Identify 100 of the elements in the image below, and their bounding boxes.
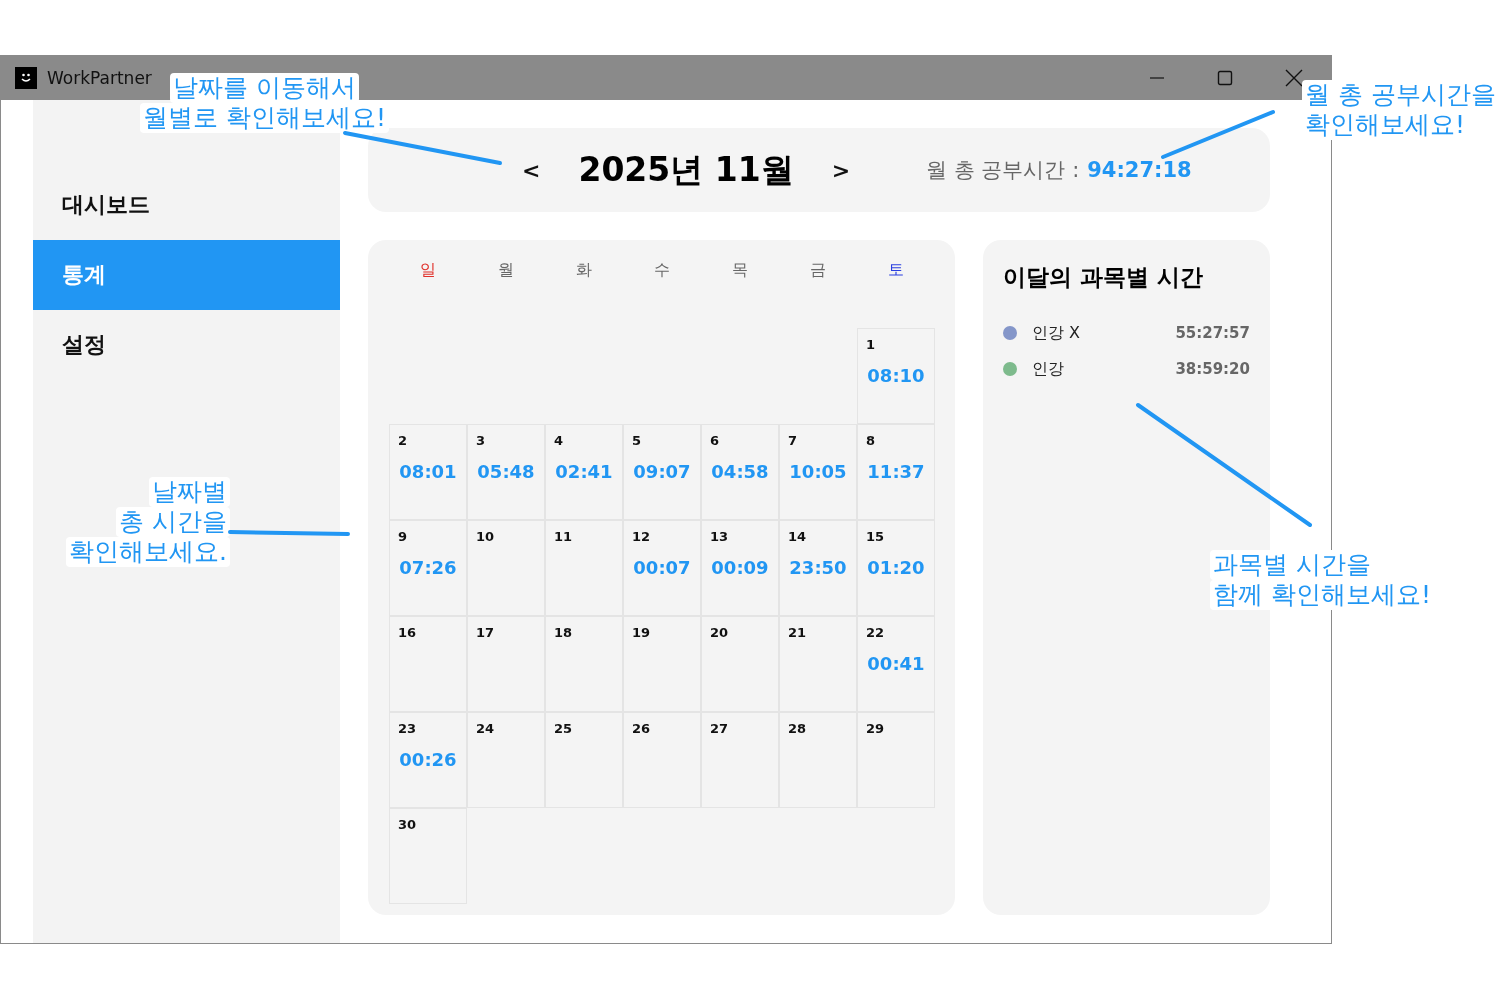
calendar-day-cell[interactable]: 7 10:05 (779, 424, 857, 520)
day-number: 12 (632, 529, 651, 544)
calendar-day-cell[interactable]: 17 (467, 616, 545, 712)
weekday-label: 일 (419, 260, 437, 281)
calendar-day-cell[interactable]: 26 (623, 712, 701, 808)
calendar-day-cell[interactable]: 25 (545, 712, 623, 808)
annotation-text: 확인해보세요. (66, 537, 230, 567)
calendar-day-cell[interactable]: 27 (701, 712, 779, 808)
day-number: 4 (554, 433, 564, 448)
day-number: 3 (476, 433, 486, 448)
calendar-day-cell[interactable]: 11 (545, 520, 623, 616)
day-number: 5 (632, 433, 642, 448)
calendar-day-cell[interactable]: 23 00:26 (389, 712, 467, 808)
day-number: 25 (554, 721, 573, 736)
calendar-day-cell[interactable]: 5 09:07 (623, 424, 701, 520)
day-number: 11 (554, 529, 573, 544)
day-study-time: 05:48 (476, 461, 536, 482)
day-study-time: 09:07 (632, 461, 692, 482)
calendar-day-cell[interactable]: 3 05:48 (467, 424, 545, 520)
day-number: 2 (398, 433, 408, 448)
day-study-time: 00:07 (632, 557, 692, 578)
calendar-day-cell[interactable]: 12 00:07 (623, 520, 701, 616)
day-study-time: 04:58 (710, 461, 770, 482)
close-icon[interactable] (1285, 68, 1303, 87)
monthly-total-label: 월 총 공부시간 : (926, 157, 1080, 184)
day-study-time: 08:01 (398, 461, 458, 482)
calendar-day-cell[interactable]: 8 11:37 (857, 424, 935, 520)
subject-name: 인강 X (1032, 322, 1081, 344)
sidebar-item[interactable]: 대시보드 (33, 170, 340, 240)
calendar-day-cell[interactable]: 14 23:50 (779, 520, 857, 616)
calendar-day-cell[interactable]: 9 07:26 (389, 520, 467, 616)
day-number: 8 (866, 433, 876, 448)
day-study-time: 07:26 (398, 557, 458, 578)
day-number: 29 (866, 721, 885, 736)
calendar-day-cell[interactable]: 29 (857, 712, 935, 808)
day-number: 22 (866, 625, 885, 640)
day-study-time: 10:05 (788, 461, 848, 482)
subject-time: 38:59:20 (1175, 360, 1250, 378)
calendar-day-cell[interactable]: 18 (545, 616, 623, 712)
day-number: 17 (476, 625, 495, 640)
calendar-day-cell[interactable]: 4 02:41 (545, 424, 623, 520)
day-number: 14 (788, 529, 807, 544)
calendar-day-cell[interactable]: 21 (779, 616, 857, 712)
weekday-label: 수 (653, 260, 671, 281)
calendar-day-cell[interactable]: 20 (701, 616, 779, 712)
day-number: 30 (398, 817, 417, 832)
subject-name: 인강 (1032, 358, 1064, 380)
day-number: 16 (398, 625, 417, 640)
calendar-day-cell[interactable]: 10 (467, 520, 545, 616)
annotation-text: 날짜를 이동해서 (170, 73, 359, 103)
day-number: 1 (866, 337, 876, 352)
calendar-day-cell[interactable]: 1 08:10 (857, 328, 935, 424)
day-study-time: 11:37 (866, 461, 926, 482)
day-study-time: 08:10 (866, 365, 926, 386)
day-number: 19 (632, 625, 651, 640)
calendar-day-cell[interactable]: 22 00:41 (857, 616, 935, 712)
day-number: 24 (476, 721, 495, 736)
calendar-day-cell[interactable]: 6 04:58 (701, 424, 779, 520)
weekday-label: 화 (575, 260, 593, 281)
weekday-label: 금 (809, 260, 827, 281)
day-study-time: 01:20 (866, 557, 926, 578)
calendar-day-cell[interactable]: 24 (467, 712, 545, 808)
day-study-time: 00:26 (398, 749, 458, 770)
maximize-icon[interactable] (1217, 69, 1233, 86)
calendar-day-cell[interactable]: 28 (779, 712, 857, 808)
calendar-day-cell[interactable]: 15 01:20 (857, 520, 935, 616)
day-number: 9 (398, 529, 408, 544)
calendar-day-cell[interactable]: 2 08:01 (389, 424, 467, 520)
day-number: 21 (788, 625, 807, 640)
previous-month-button[interactable]: < (518, 157, 545, 183)
day-study-time: 02:41 (554, 461, 614, 482)
month-title: 2025년 11월 (578, 148, 794, 191)
annotation-text: 월별로 확인해보세요! (140, 103, 389, 133)
day-number: 28 (788, 721, 807, 736)
day-study-time: 00:09 (710, 557, 770, 578)
calendar-day-cell[interactable]: 30 (389, 808, 467, 904)
calendar-day-cell[interactable]: 13 00:09 (701, 520, 779, 616)
weekday-label: 월 (497, 260, 515, 281)
sidebar-item[interactable]: 설정 (33, 310, 340, 380)
calendar-day-cell[interactable]: 16 (389, 616, 467, 712)
day-number: 10 (476, 529, 495, 544)
day-number: 13 (710, 529, 729, 544)
monthly-total-value: 94:27:18 (1087, 158, 1192, 182)
day-number: 6 (710, 433, 720, 448)
window-title: WorkPartner (47, 67, 152, 88)
app-icon (15, 66, 37, 89)
day-number: 15 (866, 529, 885, 544)
day-number: 23 (398, 721, 417, 736)
weekday-label: 토 (887, 260, 905, 281)
next-month-button[interactable]: > (827, 157, 855, 183)
calendar-day-cell[interactable]: 19 (623, 616, 701, 712)
day-number: 27 (710, 721, 729, 736)
subject-card-title: 이달의 과목별 시간 (1003, 263, 1204, 292)
day-number: 7 (788, 433, 798, 448)
annotation-text: 총 시간을 (116, 507, 230, 537)
weekday-label: 목 (731, 260, 749, 281)
day-number: 20 (710, 625, 729, 640)
subject-time: 55:27:57 (1175, 324, 1250, 342)
annotation-text: 날짜별 (149, 477, 230, 507)
day-number: 18 (554, 625, 573, 640)
